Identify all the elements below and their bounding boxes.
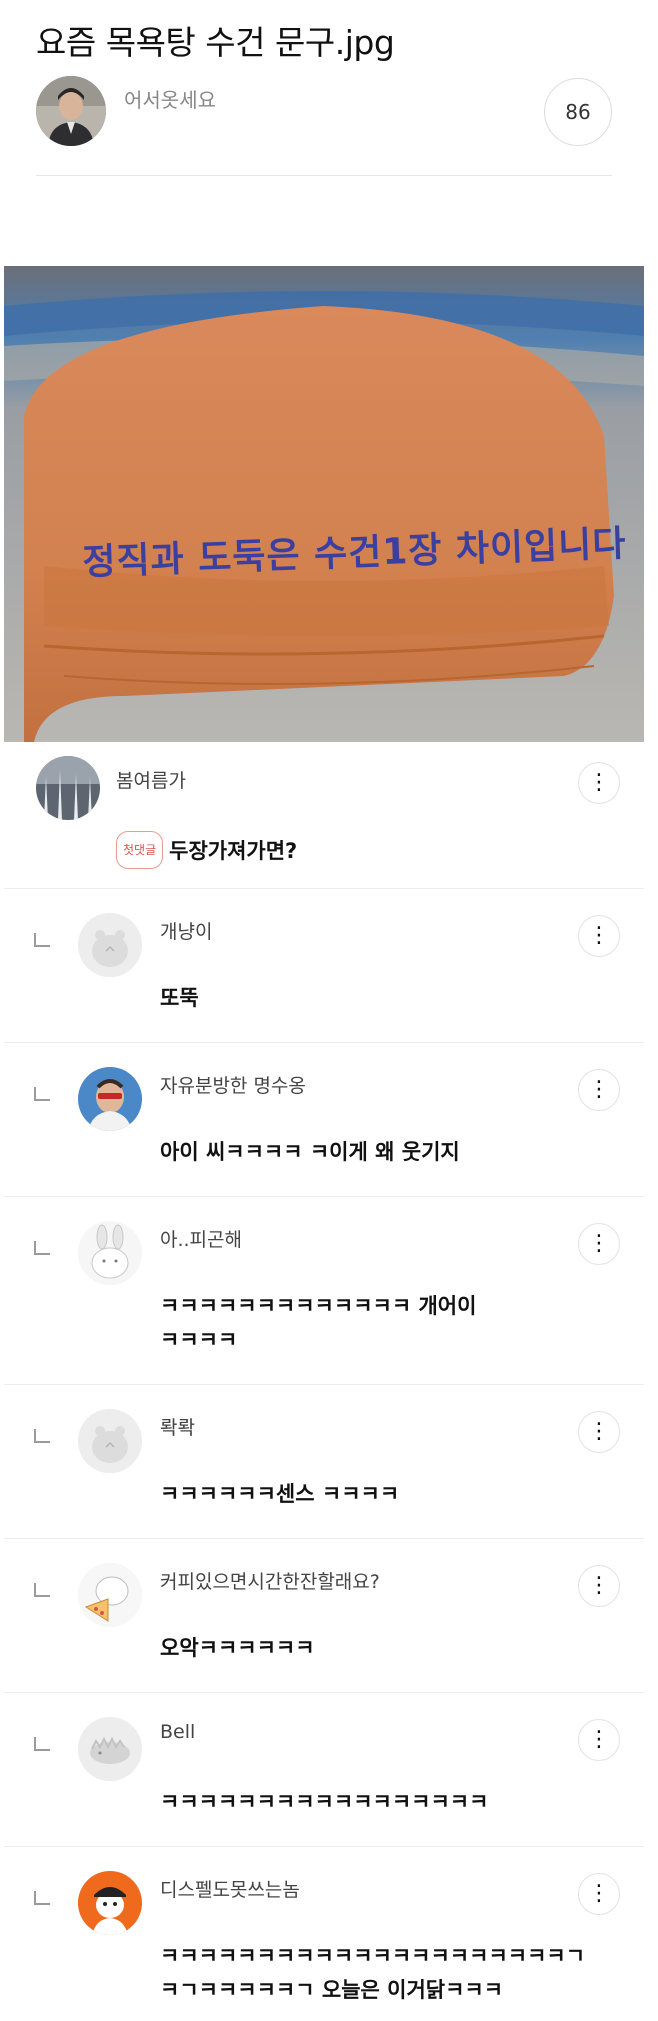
more-options-button[interactable]: ⋮ [578,1719,620,1761]
commenter-avatar[interactable] [78,1221,142,1285]
commenter-name[interactable]: 봄여름가 [116,766,186,793]
reply-arrow-icon [34,1891,50,1905]
reply-arrow-icon [34,1737,50,1751]
more-vertical-icon: ⋮ [588,1231,610,1256]
reply-arrow-icon [34,1087,50,1101]
more-vertical-icon: ⋮ [588,1077,610,1102]
commenter-name[interactable]: Bell [160,1721,195,1743]
commenter-name[interactable]: 자유분방한 명수옹 [160,1071,306,1098]
comment-text-line: ㅋㅋㅋㅋㅋㅋㅋㅋㅋㅋㅋㅋㅋㅋㅋㅋㅋㅋㅋㅋㅋㄱ [160,1944,586,1968]
comment-text: 오악ㅋㅋㅋㅋㅋㅋ [160,1636,315,1660]
commenter-avatar[interactable] [78,1717,142,1781]
commenter-avatar[interactable] [78,1409,142,1473]
comment-item: 봄여름가 첫댓글 두장가져가면? ⋮ [4,742,644,889]
comment-item: 아..피곤해 ㅋㅋㅋㅋㅋㅋㅋㅋㅋㅋㅋㅋㅋ 개어이 ㅋㅋㅋㅋ ⋮ [4,1197,644,1385]
commenter-avatar[interactable] [78,1871,142,1935]
commenter-name[interactable]: 롹롹 [160,1413,195,1440]
reply-arrow-icon [34,933,50,947]
commenter-name[interactable]: 커피있으면시간한잔할래요? [160,1567,380,1594]
more-options-button[interactable]: ⋮ [578,1411,620,1453]
comment-text-line: ㅋㄱㅋㅋㅋㅋㅋㄱ 오늘은 이거닭ㅋㅋㅋ [160,1978,504,2002]
commenter-name[interactable]: 아..피곤해 [160,1225,242,1252]
first-comment-badge: 첫댓글 [116,831,164,869]
more-options-button[interactable]: ⋮ [578,1223,620,1265]
comment-text-line: ㅋㅋㅋㅋ [160,1328,238,1352]
commenter-avatar[interactable] [78,913,142,977]
commenter-name[interactable]: 개냥이 [160,917,212,944]
comment-text: 아이 씨ㅋㅋㅋㅋ ㅋ이게 왜 웃기지 [160,1140,460,1164]
more-vertical-icon: ⋮ [588,1727,610,1752]
header-divider [36,175,612,176]
more-vertical-icon: ⋮ [588,1881,610,1906]
comment-text: ㅋㅋㅋㅋㅋㅋㅋㅋㅋㅋㅋㅋㅋㅋㅋㅋㅋ [160,1790,489,1814]
comment-text: ㅋㅋㅋㅋㅋㅋ센스 ㅋㅋㅋㅋ [160,1482,400,1506]
commenter-avatar[interactable] [78,1563,142,1627]
more-options-button[interactable]: ⋮ [578,762,620,804]
comment-text: 첫댓글 두장가져가면? [116,831,297,869]
author-name[interactable]: 어서옷세요 [124,84,216,113]
author-avatar[interactable] [36,76,106,146]
commenter-avatar[interactable] [78,1067,142,1131]
more-vertical-icon: ⋮ [588,1573,610,1598]
commenter-name[interactable]: 디스펠도못쓰는놈 [160,1875,300,1902]
post-image: 정직과 도둑은 수건1장 차이입니다 [4,266,644,742]
comment-text: ㅋㅋㅋㅋㅋㅋㅋㅋㅋㅋㅋㅋㅋㅋㅋㅋㅋㅋㅋㅋㅋㄱ ㅋㄱㅋㅋㅋㅋㅋㄱ 오늘은 이거닭ㅋ… [160,1939,585,2007]
comment-text-content: 두장가져가면? [169,839,298,863]
comment-text: ㅋㅋㅋㅋㅋㅋㅋㅋㅋㅋㅋㅋㅋ 개어이 ㅋㅋㅋㅋ [160,1289,476,1357]
more-vertical-icon: ⋮ [588,1419,610,1444]
comment-item: 개냥이 또뚝 ⋮ [4,889,644,1043]
comment-item: 자유분방한 명수옹 아이 씨ㅋㅋㅋㅋ ㅋ이게 왜 웃기지 ⋮ [4,1043,644,1197]
more-options-button[interactable]: ⋮ [578,1565,620,1607]
more-options-button[interactable]: ⋮ [578,1069,620,1111]
comment-text: 또뚝 [160,986,199,1010]
comment-item: 디스펠도못쓰는놈 ㅋㅋㅋㅋㅋㅋㅋㅋㅋㅋㅋㅋㅋㅋㅋㅋㅋㅋㅋㅋㅋㄱ ㅋㄱㅋㅋㅋㅋㅋㄱ… [4,1847,644,2021]
reply-arrow-icon [34,1583,50,1597]
more-vertical-icon: ⋮ [588,770,610,795]
comment-text-line: ㅋㅋㅋㅋㅋㅋㅋㅋㅋㅋㅋㅋㅋ 개어이 [160,1294,477,1318]
comment-count-badge[interactable]: 86 [544,78,612,146]
more-options-button[interactable]: ⋮ [578,1873,620,1915]
comment-item: 커피있으면시간한잔할래요? 오악ㅋㅋㅋㅋㅋㅋ ⋮ [4,1539,644,1693]
reply-arrow-icon [34,1241,50,1255]
more-options-button[interactable]: ⋮ [578,915,620,957]
comment-item: Bell ㅋㅋㅋㅋㅋㅋㅋㅋㅋㅋㅋㅋㅋㅋㅋㅋㅋ ⋮ [4,1693,644,1847]
post-title: 요즘 목욕탕 수건 문구.jpg [36,23,395,62]
reply-arrow-icon [34,1429,50,1443]
commenter-avatar[interactable] [36,756,100,820]
comment-item: 롹롹 ㅋㅋㅋㅋㅋㅋ센스 ㅋㅋㅋㅋ ⋮ [4,1385,644,1539]
more-vertical-icon: ⋮ [588,923,610,948]
